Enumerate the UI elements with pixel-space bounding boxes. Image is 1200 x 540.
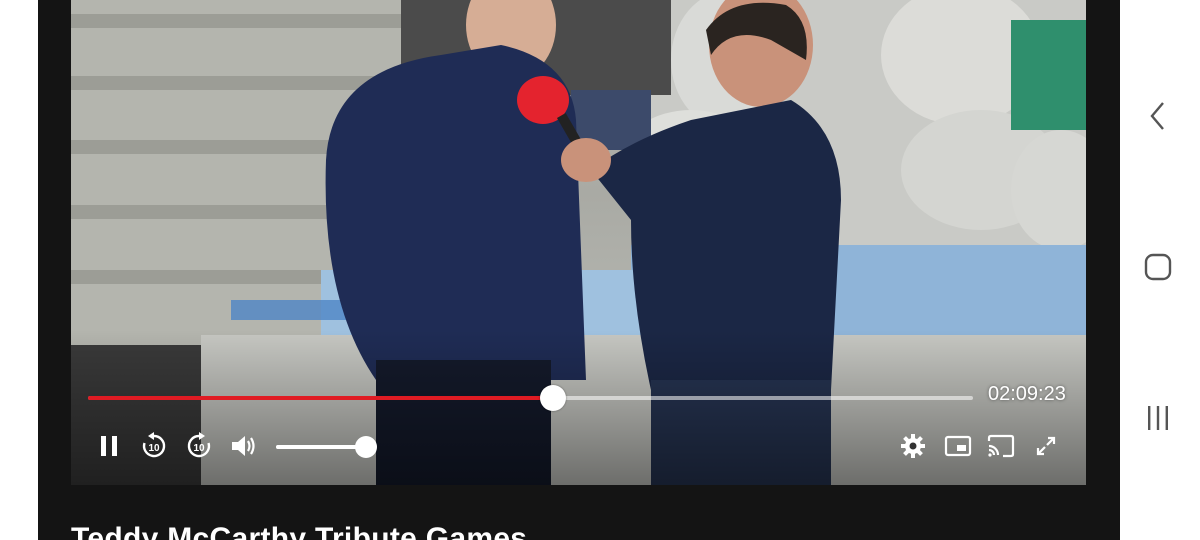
left-margin xyxy=(0,0,38,540)
seek-handle[interactable] xyxy=(539,385,566,411)
rewind-10-icon: 10 xyxy=(142,432,166,458)
fullscreen-button[interactable] xyxy=(1028,428,1064,464)
nav-home-button[interactable] xyxy=(1138,247,1178,287)
nav-back-button[interactable] xyxy=(1138,96,1178,136)
volume-level xyxy=(276,445,366,449)
svg-text:10: 10 xyxy=(193,443,205,454)
forward-10-button[interactable]: 10 xyxy=(181,428,217,464)
video-scene xyxy=(71,0,1086,485)
forward-10-icon: 10 xyxy=(187,432,211,458)
svg-text:10: 10 xyxy=(148,443,160,454)
settings-button[interactable] xyxy=(895,428,931,464)
recents-icon xyxy=(1148,406,1168,430)
seek-bar-progress xyxy=(88,396,553,400)
picture-in-picture-icon xyxy=(944,435,972,457)
gear-icon xyxy=(901,434,925,458)
seek-bar[interactable] xyxy=(88,385,973,411)
home-square-icon xyxy=(1144,253,1172,281)
cast-button[interactable] xyxy=(983,428,1019,464)
current-time: 02:09:23 xyxy=(988,383,1066,405)
cast-icon xyxy=(987,434,1015,458)
video-title: Teddy McCarthy Tribute Games xyxy=(71,522,528,540)
fullscreen-icon xyxy=(1036,436,1056,456)
volume-icon xyxy=(232,436,255,456)
volume-button[interactable] xyxy=(225,428,261,464)
rewind-10-button[interactable]: 10 xyxy=(136,428,172,464)
picture-in-picture-button[interactable] xyxy=(940,428,976,464)
chevron-left-icon xyxy=(1150,102,1164,130)
volume-handle[interactable] xyxy=(355,436,377,458)
pause-button[interactable] xyxy=(91,428,127,464)
video-frame[interactable] xyxy=(71,0,1086,485)
nav-recents-button[interactable] xyxy=(1138,398,1178,438)
volume-slider[interactable] xyxy=(276,436,377,458)
pause-icon xyxy=(101,436,117,456)
